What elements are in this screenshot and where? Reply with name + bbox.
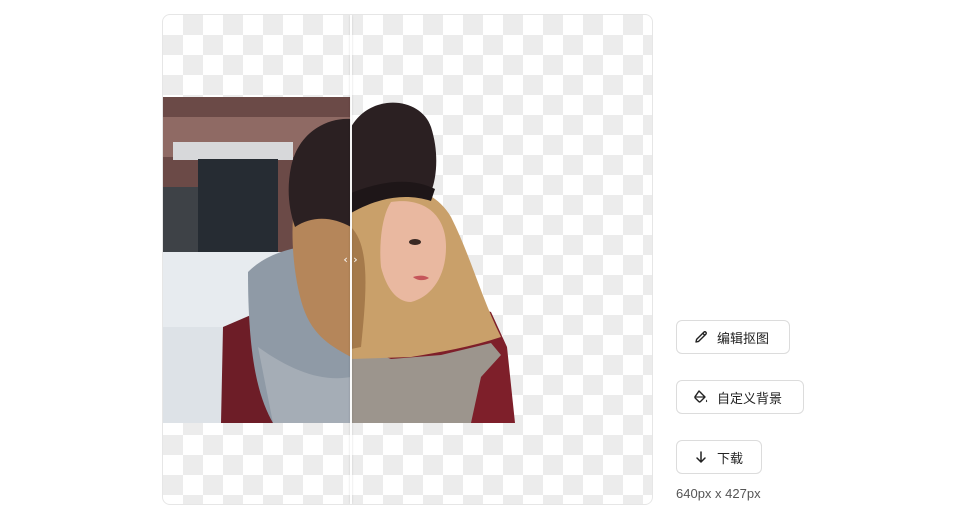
result-image xyxy=(163,97,515,423)
image-dimensions: 640px x 427px xyxy=(676,486,761,501)
pencil-icon xyxy=(693,329,709,345)
cutout-half xyxy=(351,102,515,423)
download-label: 下载 xyxy=(717,451,744,467)
download-button[interactable]: 下载 xyxy=(676,440,762,474)
arrow-down-icon xyxy=(693,449,709,465)
custom-background-label: 自定义背景 xyxy=(717,391,783,407)
preview-canvas: ‹ › xyxy=(162,14,653,505)
paint-bucket-icon xyxy=(693,389,709,405)
compare-handle[interactable]: ‹ › xyxy=(341,251,361,269)
edit-cutout-label: 编辑抠图 xyxy=(717,331,770,347)
custom-background-button[interactable]: 自定义背景 xyxy=(676,380,804,414)
edit-cutout-button[interactable]: 编辑抠图 xyxy=(676,320,790,354)
original-half xyxy=(163,97,351,423)
